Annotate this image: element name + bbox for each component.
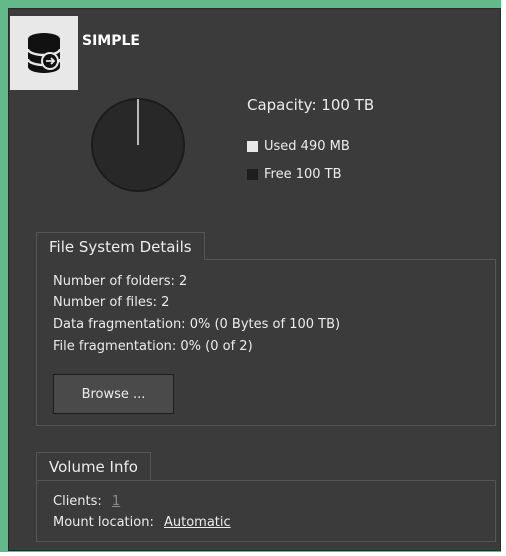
volume-info-title: Volume Info (36, 452, 151, 480)
bottom-edge (0, 552, 506, 556)
volume-info-box (36, 480, 496, 542)
volume-icon-tile (10, 16, 78, 90)
browse-button[interactable]: Browse ... (53, 374, 174, 414)
usage-pie-chart (91, 98, 185, 192)
mount-location-link[interactable]: Automatic (164, 515, 231, 530)
right-edge (501, 0, 506, 556)
free-swatch (247, 169, 258, 180)
legend-free: Free 100 TB (247, 167, 342, 182)
data-fragmentation: Data fragmentation: 0% (0 Bytes of 100 T… (53, 317, 341, 332)
file-fragmentation: File fragmentation: 0% (0 of 2) (53, 339, 253, 354)
free-label: Free 100 TB (264, 167, 342, 182)
mount-row: Mount location: Automatic (53, 515, 231, 530)
database-icon (26, 33, 62, 73)
used-swatch (247, 141, 258, 152)
mount-label: Mount location: (53, 515, 154, 530)
clients-link[interactable]: 1 (112, 494, 120, 509)
volume-name: SIMPLE (82, 33, 140, 49)
clients-label: Clients: (53, 494, 102, 509)
clients-row: Clients: 1 (53, 494, 120, 509)
fs-details-title: File System Details (36, 232, 205, 260)
file-count: Number of files: 2 (53, 295, 170, 310)
folder-count: Number of folders: 2 (53, 274, 188, 289)
capacity-label: Capacity: 100 TB (247, 96, 375, 114)
legend-used: Used 490 MB (247, 139, 350, 154)
used-label: Used 490 MB (264, 139, 350, 154)
